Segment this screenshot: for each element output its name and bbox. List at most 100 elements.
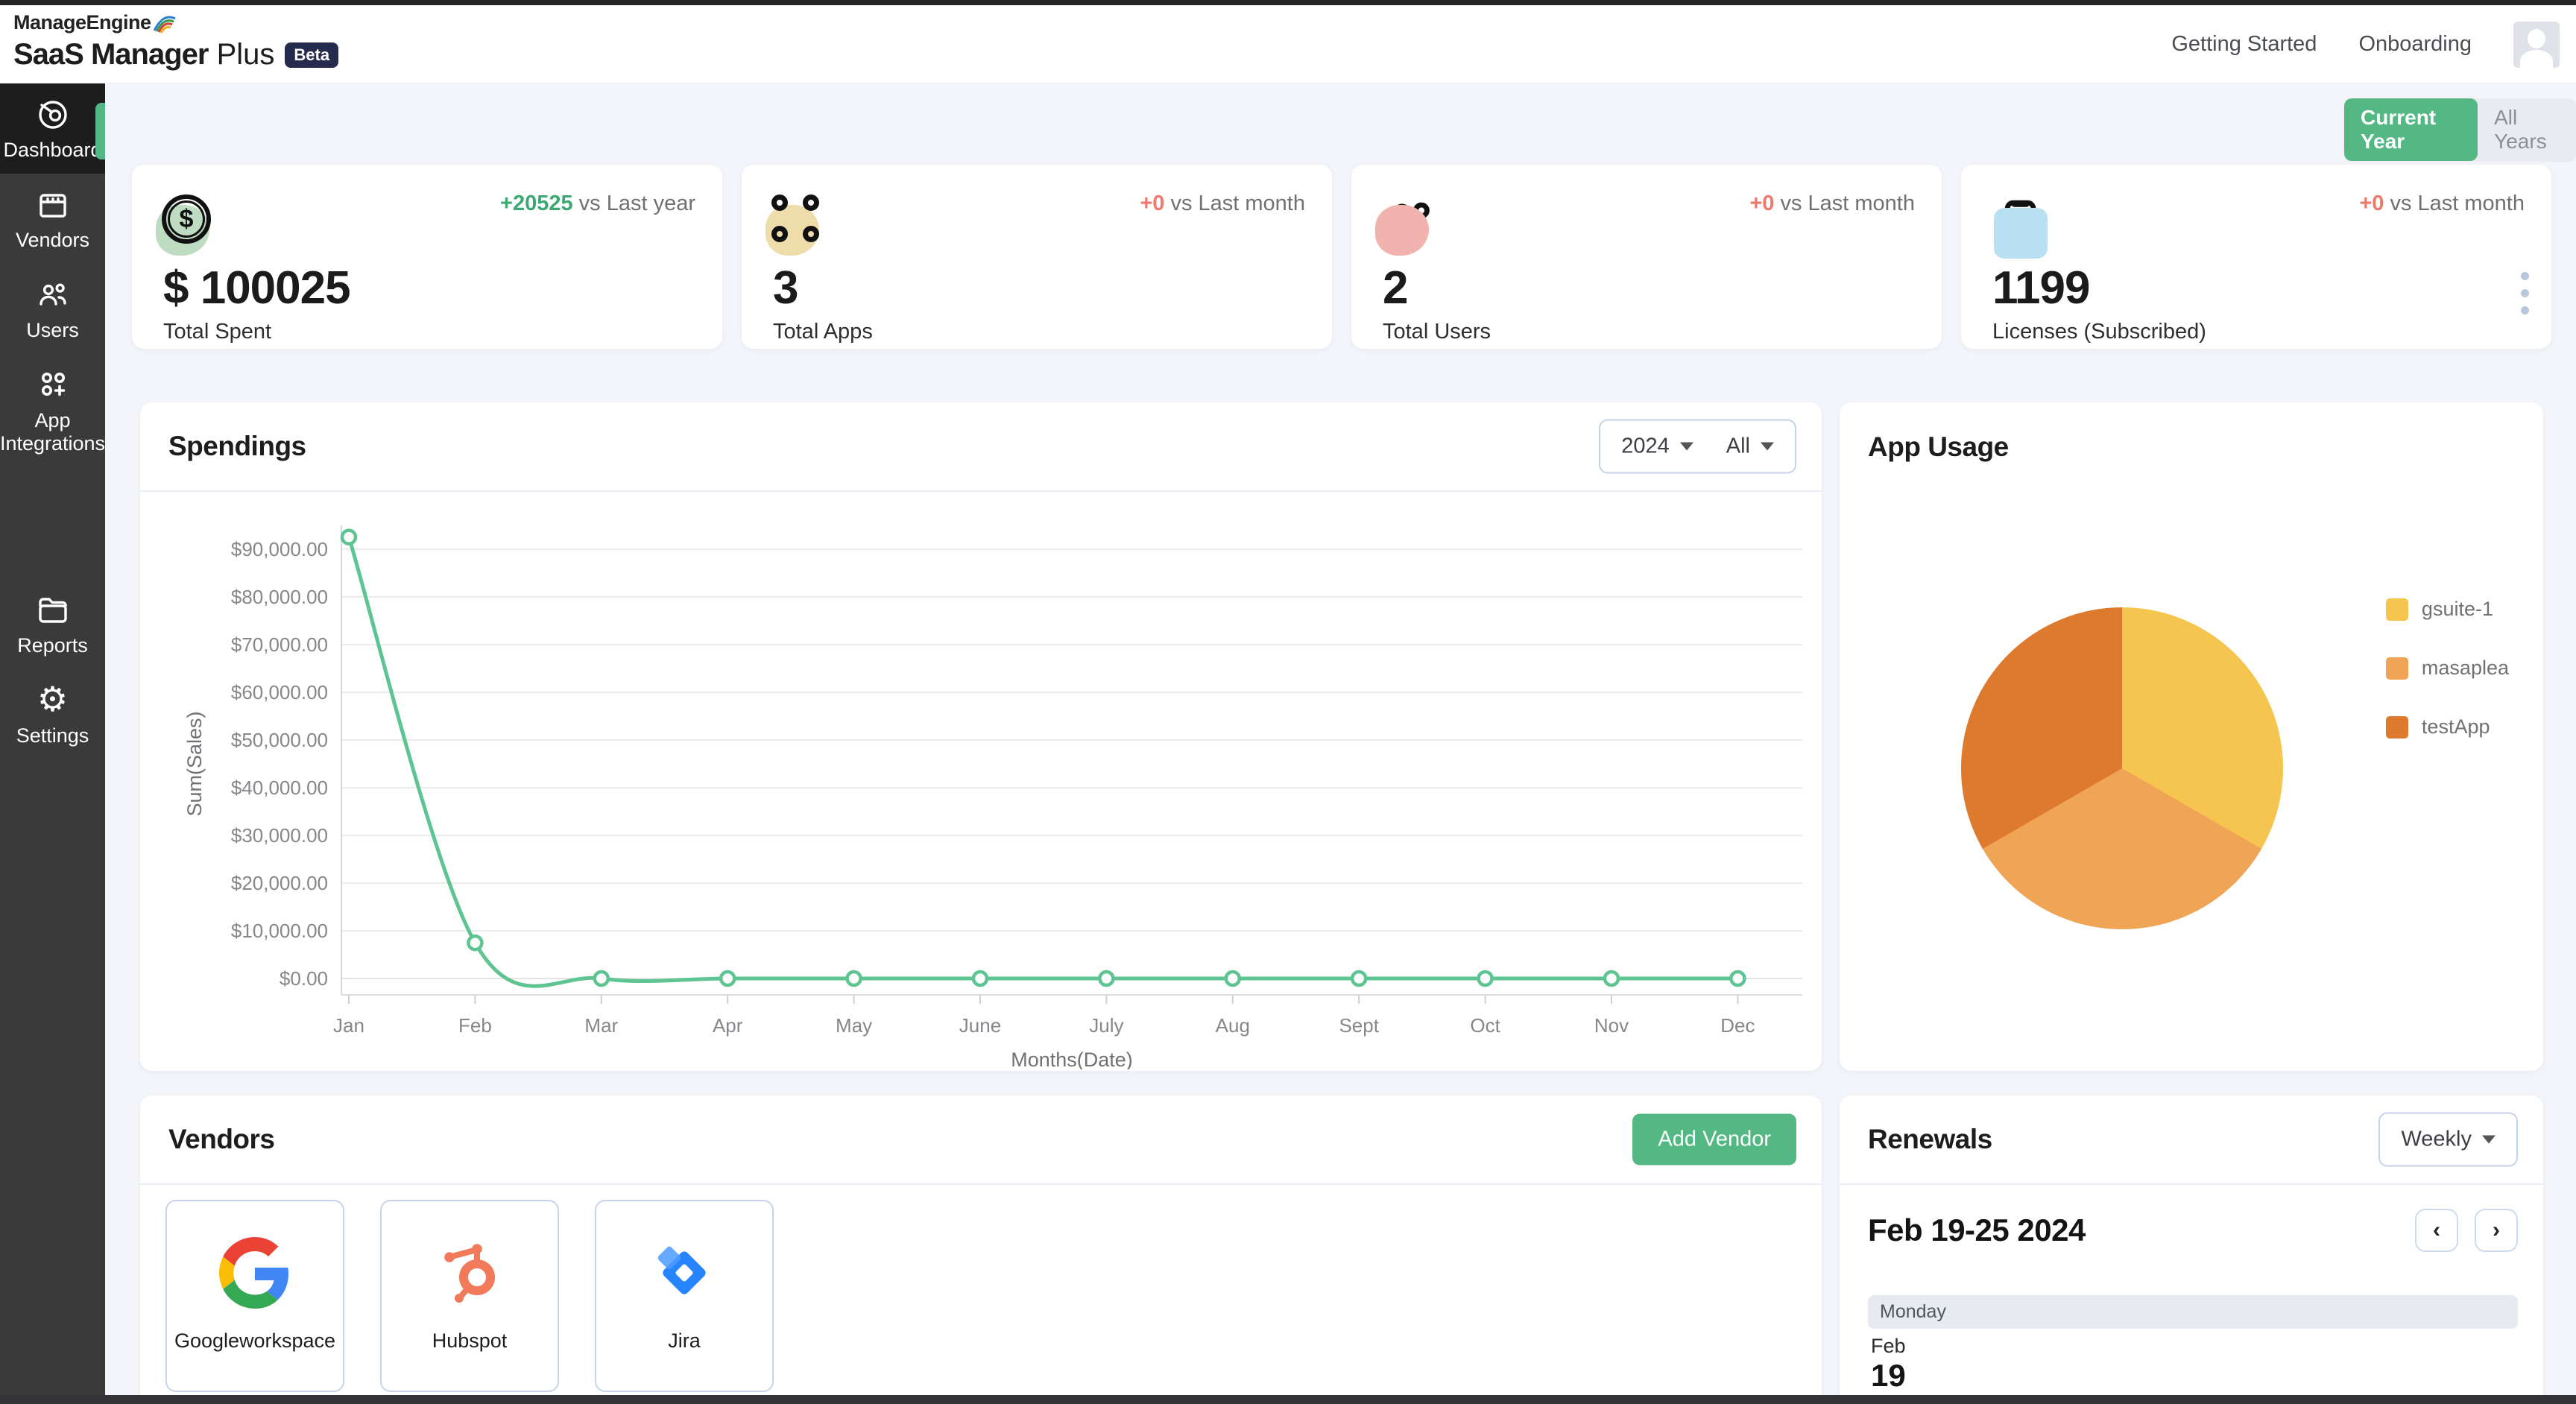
sidebar-item-app-integrations[interactable]: App Integrations: [0, 354, 105, 467]
dollar-coin-icon: $: [162, 195, 211, 244]
toggle-current-year[interactable]: Current Year: [2344, 98, 2478, 161]
brand-saas-manager: SaaS Manager: [13, 38, 209, 71]
app-integrations-icon: [41, 373, 65, 396]
vendor-tile-googleworkspace[interactable]: Googleworkspace: [165, 1200, 344, 1392]
svg-text:$20,000.00: $20,000.00: [231, 872, 328, 894]
stat-value: 2: [1383, 262, 1408, 314]
chevron-down-icon: [2482, 1135, 2496, 1144]
getting-started-link[interactable]: Getting Started: [2171, 32, 2317, 57]
prev-week-button[interactable]: ‹: [2415, 1209, 2458, 1252]
vendors-title: Vendors: [168, 1124, 275, 1154]
pie-legend: gsuite-1 masaplea testApp: [2385, 598, 2509, 739]
renewals-title: Renewals: [1868, 1124, 1992, 1154]
stat-label: Licenses (Subscribed): [1992, 320, 2206, 344]
gear-icon: ⚙: [37, 680, 69, 719]
brand-logo: ManageEngine SaaS Manager Plus Beta: [13, 11, 339, 72]
app-filter-dropdown[interactable]: All: [1726, 434, 1774, 459]
day-date: 19: [1871, 1358, 1906, 1393]
svg-text:Jan: Jan: [333, 1014, 364, 1037]
svg-text:July: July: [1089, 1014, 1123, 1037]
sidebar-nav: Dashboard Vendors Users App Integrations: [0, 83, 105, 1404]
stat-card-total-apps: +0 vs Last month 3 Total Apps: [742, 165, 1332, 349]
stat-label: Total Spent: [163, 320, 272, 344]
user-avatar[interactable]: [2513, 21, 2560, 68]
vendor-tile-jira[interactable]: Jira: [595, 1200, 774, 1392]
change-value: +0: [1140, 192, 1165, 215]
spendings-line-chart: $0.00 $10,000.00 $20,000.00 $30,000.00 $40,0…: [155, 481, 1802, 1069]
year-range-toggle: Current Year All Years: [2344, 98, 2576, 161]
svg-text:Nov: Nov: [1594, 1014, 1629, 1037]
onboarding-link[interactable]: Onboarding: [2358, 32, 2472, 57]
app-usage-card: App Usage gsuite-1 masaplea testApp: [1840, 402, 2543, 1071]
hubspot-logo: [444, 1244, 495, 1303]
users-icon: [39, 283, 66, 306]
stat-value: 1199: [1992, 262, 2091, 314]
change-value: +0: [2359, 192, 2384, 215]
stat-value: 3: [773, 262, 798, 314]
app-usage-title: App Usage: [1868, 431, 2009, 462]
sidebar-item-users[interactable]: Users: [0, 264, 105, 354]
change-value: +20525: [500, 192, 573, 215]
svg-text:Months(Date): Months(Date): [1011, 1049, 1133, 1069]
svg-text:Sept: Sept: [1339, 1014, 1379, 1037]
add-vendor-button[interactable]: Add Vendor: [1632, 1113, 1796, 1166]
stat-label: Total Apps: [773, 320, 873, 344]
day-name-band: Monday: [1868, 1295, 2518, 1329]
svg-text:$90,000.00: $90,000.00: [231, 538, 328, 560]
renewals-period-dropdown[interactable]: Weekly: [2378, 1112, 2518, 1167]
svg-text:Dec: Dec: [1720, 1014, 1755, 1037]
svg-text:$80,000.00: $80,000.00: [231, 586, 328, 608]
svg-text:Mar: Mar: [584, 1014, 618, 1037]
day-month: Feb: [1871, 1335, 1906, 1357]
compare-text: vs Last month: [2384, 192, 2525, 215]
svg-text:Feb: Feb: [458, 1014, 492, 1037]
sidebar-item-dashboard[interactable]: Dashboard: [0, 83, 105, 174]
svg-text:Apr: Apr: [713, 1014, 743, 1037]
app-window: ManageEngine SaaS Manager Plus Beta Gett…: [0, 0, 2576, 1404]
svg-text:June: June: [959, 1014, 1001, 1037]
svg-text:$40,000.00: $40,000.00: [231, 777, 328, 799]
stat-card-total-spent: $ +20525 vs Last year $ 100025 Total Spe…: [132, 165, 722, 349]
svg-text:Aug: Aug: [1216, 1014, 1250, 1037]
stat-card-total-users: +0 vs Last month 2 Total Users: [1351, 165, 1942, 349]
dashboard-icon: [38, 101, 67, 129]
swoosh-icon: [153, 16, 176, 34]
svg-text:$60,000.00: $60,000.00: [231, 681, 328, 703]
google-logo: [219, 1237, 288, 1309]
week-range-label: Feb 19-25 2024: [1868, 1212, 2086, 1248]
stat-label: Total Users: [1383, 320, 1491, 344]
active-indicator: [95, 103, 105, 159]
sidebar-item-vendors[interactable]: Vendors: [0, 174, 105, 264]
storefront-icon: [39, 194, 66, 218]
year-filter-dropdown[interactable]: 2024: [1621, 434, 1693, 459]
stat-card-licenses: +0 vs Last month 1199 Licenses (Subscrib…: [1961, 165, 2551, 349]
chevron-down-icon: [1679, 442, 1693, 451]
folder-icon: [38, 598, 67, 623]
sidebar-item-reports[interactable]: Reports: [0, 579, 105, 669]
svg-text:$30,000.00: $30,000.00: [231, 824, 328, 847]
legend-item: gsuite-1: [2385, 598, 2509, 621]
legend-item: testApp: [2385, 715, 2509, 739]
renewal-day-row: Monday Feb 19: [1868, 1295, 2518, 1401]
toggle-all-years[interactable]: All Years: [2478, 98, 2576, 161]
svg-text:Sum(Sales): Sum(Sales): [183, 711, 206, 816]
sidebar-item-settings[interactable]: ⚙ Settings: [0, 669, 105, 759]
spendings-card: Spendings 2024 All $0.00 $10,000.00 $20,00…: [140, 402, 1822, 1071]
change-value: +0: [1749, 192, 1775, 215]
four-apps-icon: [771, 195, 824, 247]
compare-text: vs Last month: [1164, 192, 1305, 215]
next-week-button[interactable]: ›: [2475, 1209, 2518, 1252]
svg-text:$50,000.00: $50,000.00: [231, 729, 328, 751]
top-header: ManageEngine SaaS Manager Plus Beta Gett…: [0, 5, 2576, 83]
brand-plus: Plus: [216, 38, 275, 71]
legend-item: masaplea: [2385, 657, 2509, 680]
app-usage-pie-chart: [1961, 607, 2283, 929]
avatar-silhouette-icon: [2528, 28, 2545, 48]
brand-manageengine: ManageEngine: [13, 11, 151, 34]
window-bottom-strip: [0, 1395, 2576, 1404]
vendor-tile-hubspot[interactable]: Hubspot: [380, 1200, 559, 1392]
vendors-card: Vendors Add Vendor Googleworkspace Hubsp…: [140, 1095, 1822, 1404]
kebab-menu-icon[interactable]: [2521, 272, 2529, 314]
svg-text:May: May: [836, 1014, 872, 1037]
